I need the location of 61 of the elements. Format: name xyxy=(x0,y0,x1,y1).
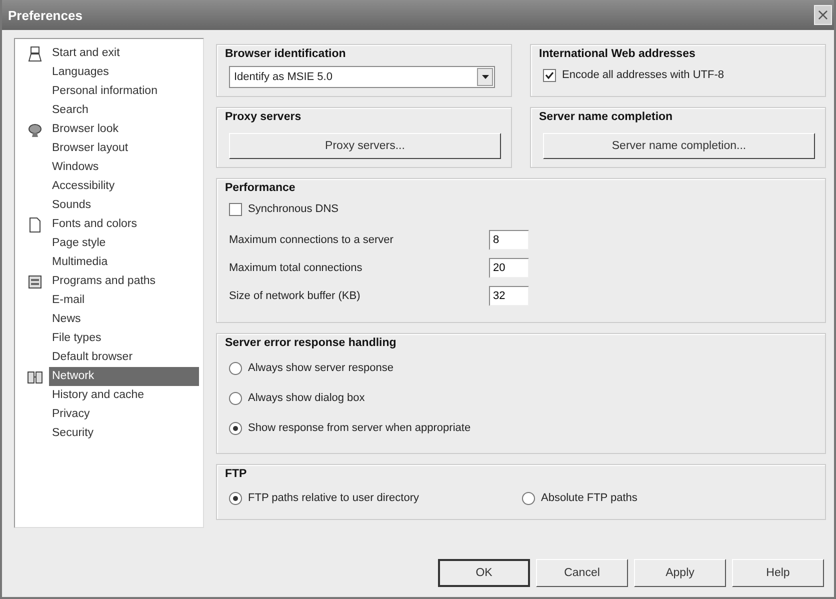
group-title: Proxy servers xyxy=(225,111,302,123)
checkbox[interactable] xyxy=(543,68,556,82)
category-item[interactable]: Programs and paths xyxy=(49,272,199,291)
category-item[interactable]: Personal information xyxy=(49,82,199,101)
windows-icon xyxy=(27,369,43,385)
number-field[interactable]: 20 xyxy=(489,258,529,278)
group-title: Server name completion xyxy=(539,111,674,123)
dialog-button[interactable]: OK xyxy=(438,559,530,587)
category-item[interactable]: File types xyxy=(49,329,199,348)
category-item[interactable]: Sounds xyxy=(49,196,199,215)
radio-button[interactable] xyxy=(522,492,535,504)
page-icon xyxy=(27,217,43,233)
group-title: FTP xyxy=(225,468,248,480)
checkbox[interactable] xyxy=(229,202,242,216)
dialog-button[interactable]: Apply xyxy=(634,559,726,587)
category-item[interactable]: Browser layout xyxy=(49,139,199,158)
form-icon xyxy=(27,274,43,290)
category-item[interactable]: E-mail xyxy=(49,291,199,310)
category-item[interactable]: Search xyxy=(49,101,199,120)
radio-label: Always show dialog box xyxy=(248,392,365,404)
category-item[interactable]: Fonts and colors xyxy=(49,215,199,234)
field-label: Maximum total connections xyxy=(229,262,364,274)
field-label: Maximum connections to a server xyxy=(229,234,394,246)
radio-button[interactable] xyxy=(229,422,242,434)
number-field[interactable]: 8 xyxy=(489,230,529,250)
dropdown-value: Identify as MSIE 5.0 xyxy=(234,71,332,83)
radio-label: FTP paths relative to user directory xyxy=(248,492,419,504)
category-item[interactable]: Default browser xyxy=(49,348,199,367)
dialog-button[interactable]: Cancel xyxy=(536,559,628,587)
category-item[interactable]: Privacy xyxy=(49,405,199,424)
radio-button[interactable] xyxy=(229,392,242,404)
group-title: Browser identification xyxy=(225,48,347,60)
dropdown[interactable]: Identify as MSIE 5.0 xyxy=(229,66,495,88)
category-item[interactable]: History and cache xyxy=(49,386,199,405)
group-title: Performance xyxy=(225,182,296,194)
category-item[interactable]: Security xyxy=(49,424,199,443)
radio-button[interactable] xyxy=(229,362,242,374)
checkbox-label: Encode all addresses with UTF-8 xyxy=(562,69,724,81)
checkbox-label: Synchronous DNS xyxy=(248,203,338,215)
dialog-button[interactable]: Help xyxy=(732,559,824,587)
radio-label: Absolute FTP paths xyxy=(541,492,638,504)
number-field[interactable]: 32 xyxy=(489,286,529,306)
proxy-servers-button[interactable]: Proxy servers... xyxy=(229,133,501,159)
category-item[interactable]: Network xyxy=(49,367,199,386)
window-title: Preferences xyxy=(8,8,82,22)
category-item[interactable]: Multimedia xyxy=(49,253,199,272)
category-item[interactable]: Page style xyxy=(49,234,199,253)
radio-button[interactable] xyxy=(229,492,242,504)
group-title: Server error response handling xyxy=(225,337,398,349)
field-label: Size of network buffer (KB) xyxy=(229,290,362,302)
category-item[interactable]: Windows xyxy=(49,158,199,177)
radio-label: Always show server response xyxy=(248,362,394,374)
category-item[interactable]: Browser look xyxy=(49,120,199,139)
radio-label: Show response from server when appropriate xyxy=(248,422,471,434)
category-item[interactable]: News xyxy=(49,310,199,329)
close-button[interactable]: × xyxy=(814,5,832,25)
server-name-completion-button[interactable]: Server name completion... xyxy=(543,133,815,159)
category-item[interactable]: Languages xyxy=(49,63,199,82)
group-title: International Web addresses xyxy=(539,48,696,60)
category-item[interactable]: Start and exit xyxy=(49,44,199,63)
category-item[interactable]: Accessibility xyxy=(49,177,199,196)
